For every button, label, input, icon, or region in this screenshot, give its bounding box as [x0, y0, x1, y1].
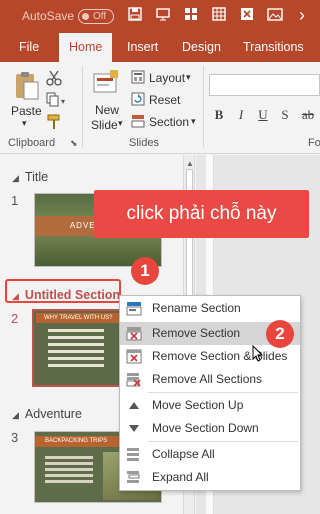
tab-file[interactable]: File [19, 33, 39, 62]
close-box-icon[interactable] [239, 7, 255, 23]
section-header-adventure[interactable]: ◢ Adventure [12, 407, 82, 421]
menu-item-remove-section-slides[interactable]: Remove Section & Slides [120, 345, 300, 368]
thumb-bullets [48, 329, 104, 371]
present-icon[interactable] [155, 7, 171, 23]
bold-icon[interactable]: B [212, 107, 226, 123]
annotation-badge-1: 1 [131, 257, 159, 285]
new-slide-dropdown-icon[interactable]: ▾ [118, 118, 123, 129]
menu-item-move-section-down[interactable]: Move Section Down [120, 417, 300, 440]
font-name-box[interactable] [209, 74, 320, 96]
grid-icon[interactable] [183, 7, 199, 23]
new-slide-label-2[interactable]: Slide [91, 118, 118, 132]
mouse-pointer-icon [252, 344, 264, 363]
copy-icon[interactable]: ▾ [46, 92, 68, 111]
annotation-badge-2: 2 [266, 320, 294, 348]
section-dropdown-icon[interactable]: ▾ [191, 116, 196, 127]
collapse-all-icon [126, 447, 142, 462]
format-painter-icon[interactable] [46, 114, 62, 133]
section-name: Adventure [24, 407, 82, 421]
menu-separator [148, 441, 298, 442]
expand-all-icon [126, 470, 142, 485]
slide-number: 3 [11, 430, 19, 445]
section-icon[interactable] [131, 114, 145, 131]
picture-icon[interactable] [267, 7, 283, 23]
rename-section-icon [126, 301, 142, 316]
table-icon[interactable] [211, 7, 227, 23]
collapse-triangle-icon[interactable]: ◢ [12, 173, 19, 184]
layout-label[interactable]: Layout [149, 71, 185, 85]
tab-design[interactable]: Design [182, 33, 221, 62]
save-icon[interactable] [127, 7, 143, 23]
layout-icon[interactable] [131, 70, 145, 87]
menu-item-move-section-up[interactable]: Move Section Up [120, 394, 300, 417]
ribbon-tabs: File Home Insert Design Transitions [0, 33, 320, 62]
menu-item-collapse-all[interactable]: Collapse All [120, 443, 300, 466]
menu-item-label: Expand All [152, 470, 209, 484]
remove-section-slides-icon [126, 349, 142, 364]
menu-item-label: Rename Section [152, 301, 241, 315]
menu-item-label: Move Section Up [152, 398, 244, 412]
dialog-launcher-icon[interactable]: ⬊ [70, 138, 78, 149]
scroll-up-icon[interactable]: ▲ [186, 159, 194, 168]
paste-icon[interactable] [14, 70, 40, 105]
slide-number: 1 [11, 193, 19, 208]
menu-item-label: Remove Section [152, 326, 241, 340]
more-icon[interactable]: › [294, 6, 310, 24]
tab-home[interactable]: Home [59, 33, 113, 62]
reset-label[interactable]: Reset [149, 93, 180, 107]
annotation-highlight-box [5, 279, 121, 303]
menu-item-expand-all[interactable]: Expand All [120, 466, 300, 489]
section-name: Title [24, 170, 49, 184]
autosave-toggle[interactable]: Off [78, 9, 114, 24]
title-bar: AutoSave Off › [0, 0, 320, 33]
section-label[interactable]: Section [149, 115, 189, 129]
triangle-up-icon [126, 398, 142, 413]
menu-item-remove-all-sections[interactable]: Remove All Sections [120, 368, 300, 391]
autosave-state: Off [93, 11, 107, 22]
shadow-icon[interactable]: S [278, 107, 292, 123]
svg-text:▾: ▾ [61, 97, 65, 106]
italic-icon[interactable]: I [234, 107, 248, 123]
section-header-title[interactable]: ◢ Title [12, 170, 48, 184]
slide-number: 2 [11, 311, 19, 326]
menu-item-label: Collapse All [152, 447, 215, 461]
ribbon-separator [82, 66, 83, 148]
collapse-triangle-icon[interactable]: ◢ [12, 410, 19, 421]
remove-all-sections-icon [126, 372, 142, 387]
font-group-label: Fo [308, 137, 320, 149]
remove-section-icon [126, 326, 142, 341]
thumb-text-lines [45, 456, 93, 459]
menu-item-label: Remove All Sections [152, 372, 263, 386]
annotation-callout: click phải chỗ này [94, 190, 309, 238]
new-slide-icon[interactable] [92, 70, 120, 99]
paste-label[interactable]: Paste [11, 104, 42, 118]
ribbon: Paste ▾ ▾ Clipboard ⬊ New Slide ▾ Layout… [0, 62, 320, 154]
new-slide-label-1[interactable]: New [95, 103, 119, 117]
tab-transitions[interactable]: Transitions [243, 33, 304, 62]
cut-icon[interactable] [46, 70, 62, 89]
layout-dropdown-icon[interactable]: ▾ [186, 72, 191, 83]
menu-item-label: Move Section Down [152, 421, 259, 435]
paste-dropdown-icon[interactable]: ▾ [22, 118, 27, 129]
ribbon-separator [203, 66, 204, 148]
triangle-down-icon [126, 421, 142, 436]
menu-item-rename-section[interactable]: Rename Section [120, 297, 300, 320]
strikethrough-icon[interactable]: ab [298, 107, 318, 123]
menu-separator [148, 392, 298, 393]
clipboard-group-label: Clipboard [8, 137, 56, 149]
tab-insert[interactable]: Insert [127, 33, 158, 62]
menu-item-label: Remove Section & Slides [152, 349, 288, 363]
autosave-label: AutoSave [22, 9, 75, 23]
toggle-knob [82, 13, 89, 20]
slides-group-label: Slides [129, 137, 159, 149]
reset-icon[interactable] [131, 92, 145, 109]
underline-icon[interactable]: U [256, 107, 270, 123]
